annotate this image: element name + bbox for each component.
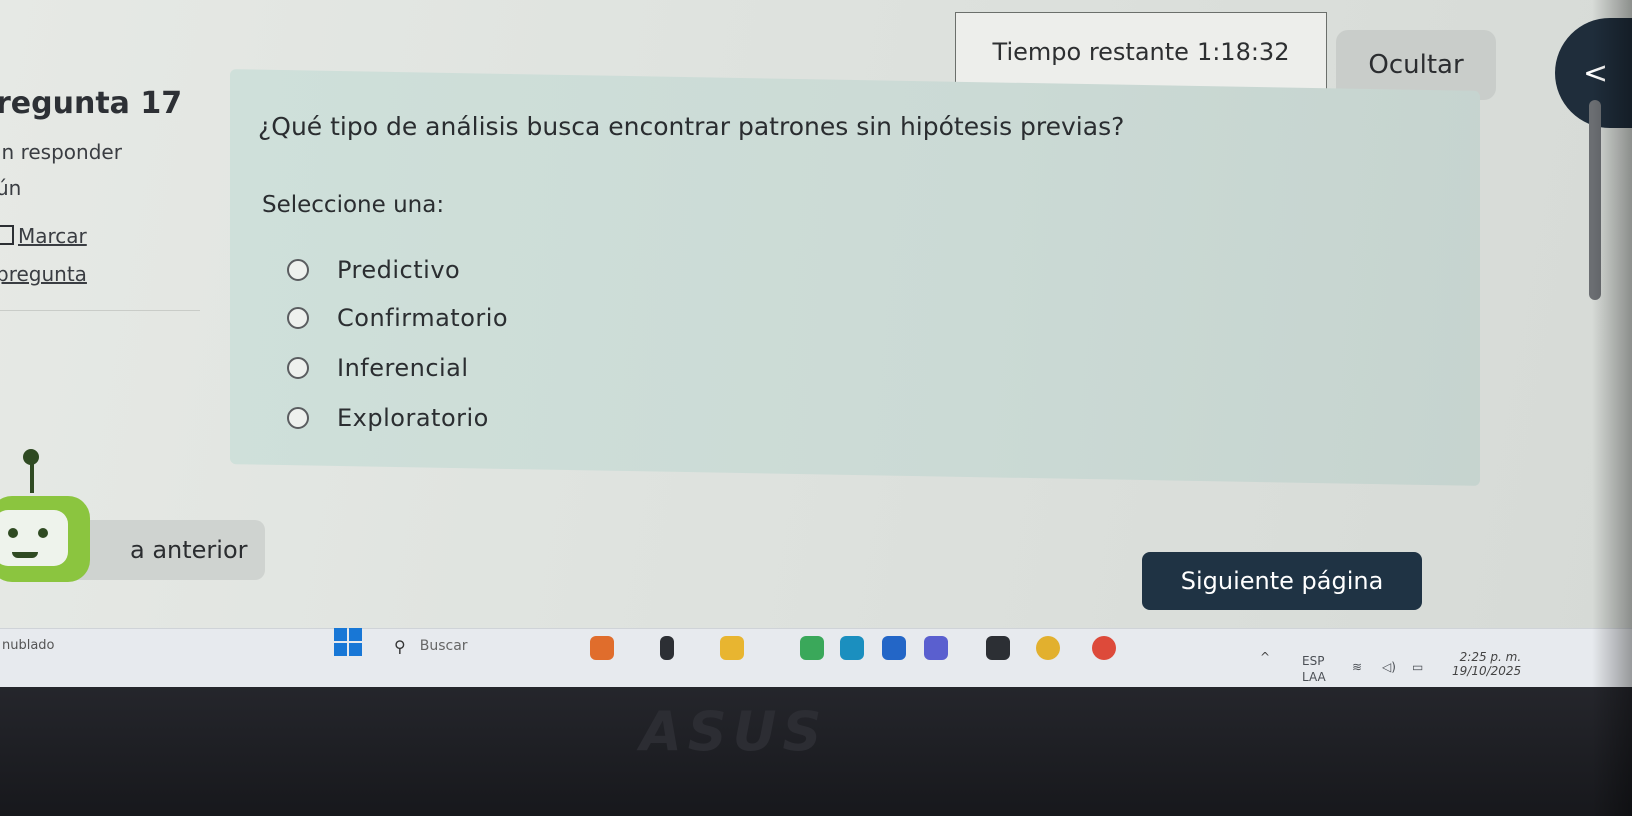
search-placeholder: Buscar xyxy=(419,638,468,654)
answer-label: Exploratorio xyxy=(337,404,489,432)
bot-antenna-tip-icon xyxy=(23,449,39,465)
next-page-button[interactable]: Siguiente página xyxy=(1142,552,1422,610)
radio-button[interactable] xyxy=(287,407,309,429)
teams-icon[interactable] xyxy=(924,636,948,660)
radio-button[interactable] xyxy=(287,259,309,281)
radio-button[interactable] xyxy=(287,357,309,379)
question-status: in responder xyxy=(0,140,122,164)
lang-indicator-esp[interactable]: ESP xyxy=(1302,654,1324,668)
weather-widget[interactable]: nublado xyxy=(2,638,55,653)
next-page-label: Siguiente página xyxy=(1180,567,1384,595)
previous-page-label: a anterior xyxy=(130,536,248,564)
question-status-detail: ún xyxy=(0,176,22,200)
timer-box: Tiempo restante 1:18:32 xyxy=(955,12,1327,92)
answer-label: Confirmatorio xyxy=(337,304,509,332)
file-explorer-icon[interactable] xyxy=(720,636,744,660)
timer-label: Tiempo restante xyxy=(992,38,1189,66)
search-icon: ⚲ xyxy=(394,636,406,656)
edge-icon[interactable] xyxy=(840,636,864,660)
lang-indicator-laa[interactable]: LAA xyxy=(1302,670,1326,684)
volume-icon[interactable]: ◁) xyxy=(1382,660,1396,674)
answer-option[interactable]: Predictivo xyxy=(287,256,460,284)
clock-time: 2:25 p. m. xyxy=(1459,650,1522,664)
bot-eye-icon xyxy=(38,528,48,538)
clock[interactable]: 2:25 p. m. 19/10/2025 xyxy=(1452,650,1521,678)
battery-icon[interactable]: ▭ xyxy=(1412,660,1423,674)
chrome-profile-icon[interactable] xyxy=(1092,636,1116,660)
windows-start-icon[interactable] xyxy=(334,628,364,658)
flag-label: Marcar xyxy=(18,224,87,248)
flag-label-question[interactable]: pregunta xyxy=(0,262,87,286)
timer-value: 1:18:32 xyxy=(1196,38,1290,66)
radio-button[interactable] xyxy=(287,307,309,329)
clock-date: 19/10/2025 xyxy=(1452,664,1522,678)
brand-logo: ASUS xyxy=(640,700,828,763)
app-icon-green[interactable] xyxy=(800,636,824,660)
bot-mouth-icon xyxy=(12,552,38,558)
flag-icon xyxy=(0,225,14,245)
question-text: ¿Qué tipo de análisis busca encontrar pa… xyxy=(258,112,1125,141)
answer-option[interactable]: Confirmatorio xyxy=(287,304,508,332)
taskbar-search[interactable]: ⚲ Buscar xyxy=(384,630,574,662)
app-icon-blue[interactable] xyxy=(882,636,906,660)
screen-edge-shadow xyxy=(1592,0,1632,816)
app-icon-fruits[interactable] xyxy=(590,636,614,660)
store-icon[interactable] xyxy=(986,636,1010,660)
flag-question-link[interactable]: Marcar xyxy=(0,224,87,248)
select-one-label: Seleccione una: xyxy=(262,192,445,218)
answer-label: Predictivo xyxy=(337,256,461,284)
answer-option[interactable]: Exploratorio xyxy=(287,404,489,432)
chevron-up-icon[interactable]: ^ xyxy=(1260,650,1270,664)
question-number: regunta 17 xyxy=(0,86,183,121)
bot-eye-icon xyxy=(8,528,18,538)
chrome-icon[interactable] xyxy=(1036,636,1060,660)
wifi-icon[interactable]: ≋ xyxy=(1352,660,1362,674)
answer-label: Inferencial xyxy=(337,354,469,382)
answer-option[interactable]: Inferencial xyxy=(287,354,469,382)
app-icon-task-view[interactable] xyxy=(660,636,674,660)
previous-page-button[interactable]: a anterior xyxy=(60,520,265,580)
